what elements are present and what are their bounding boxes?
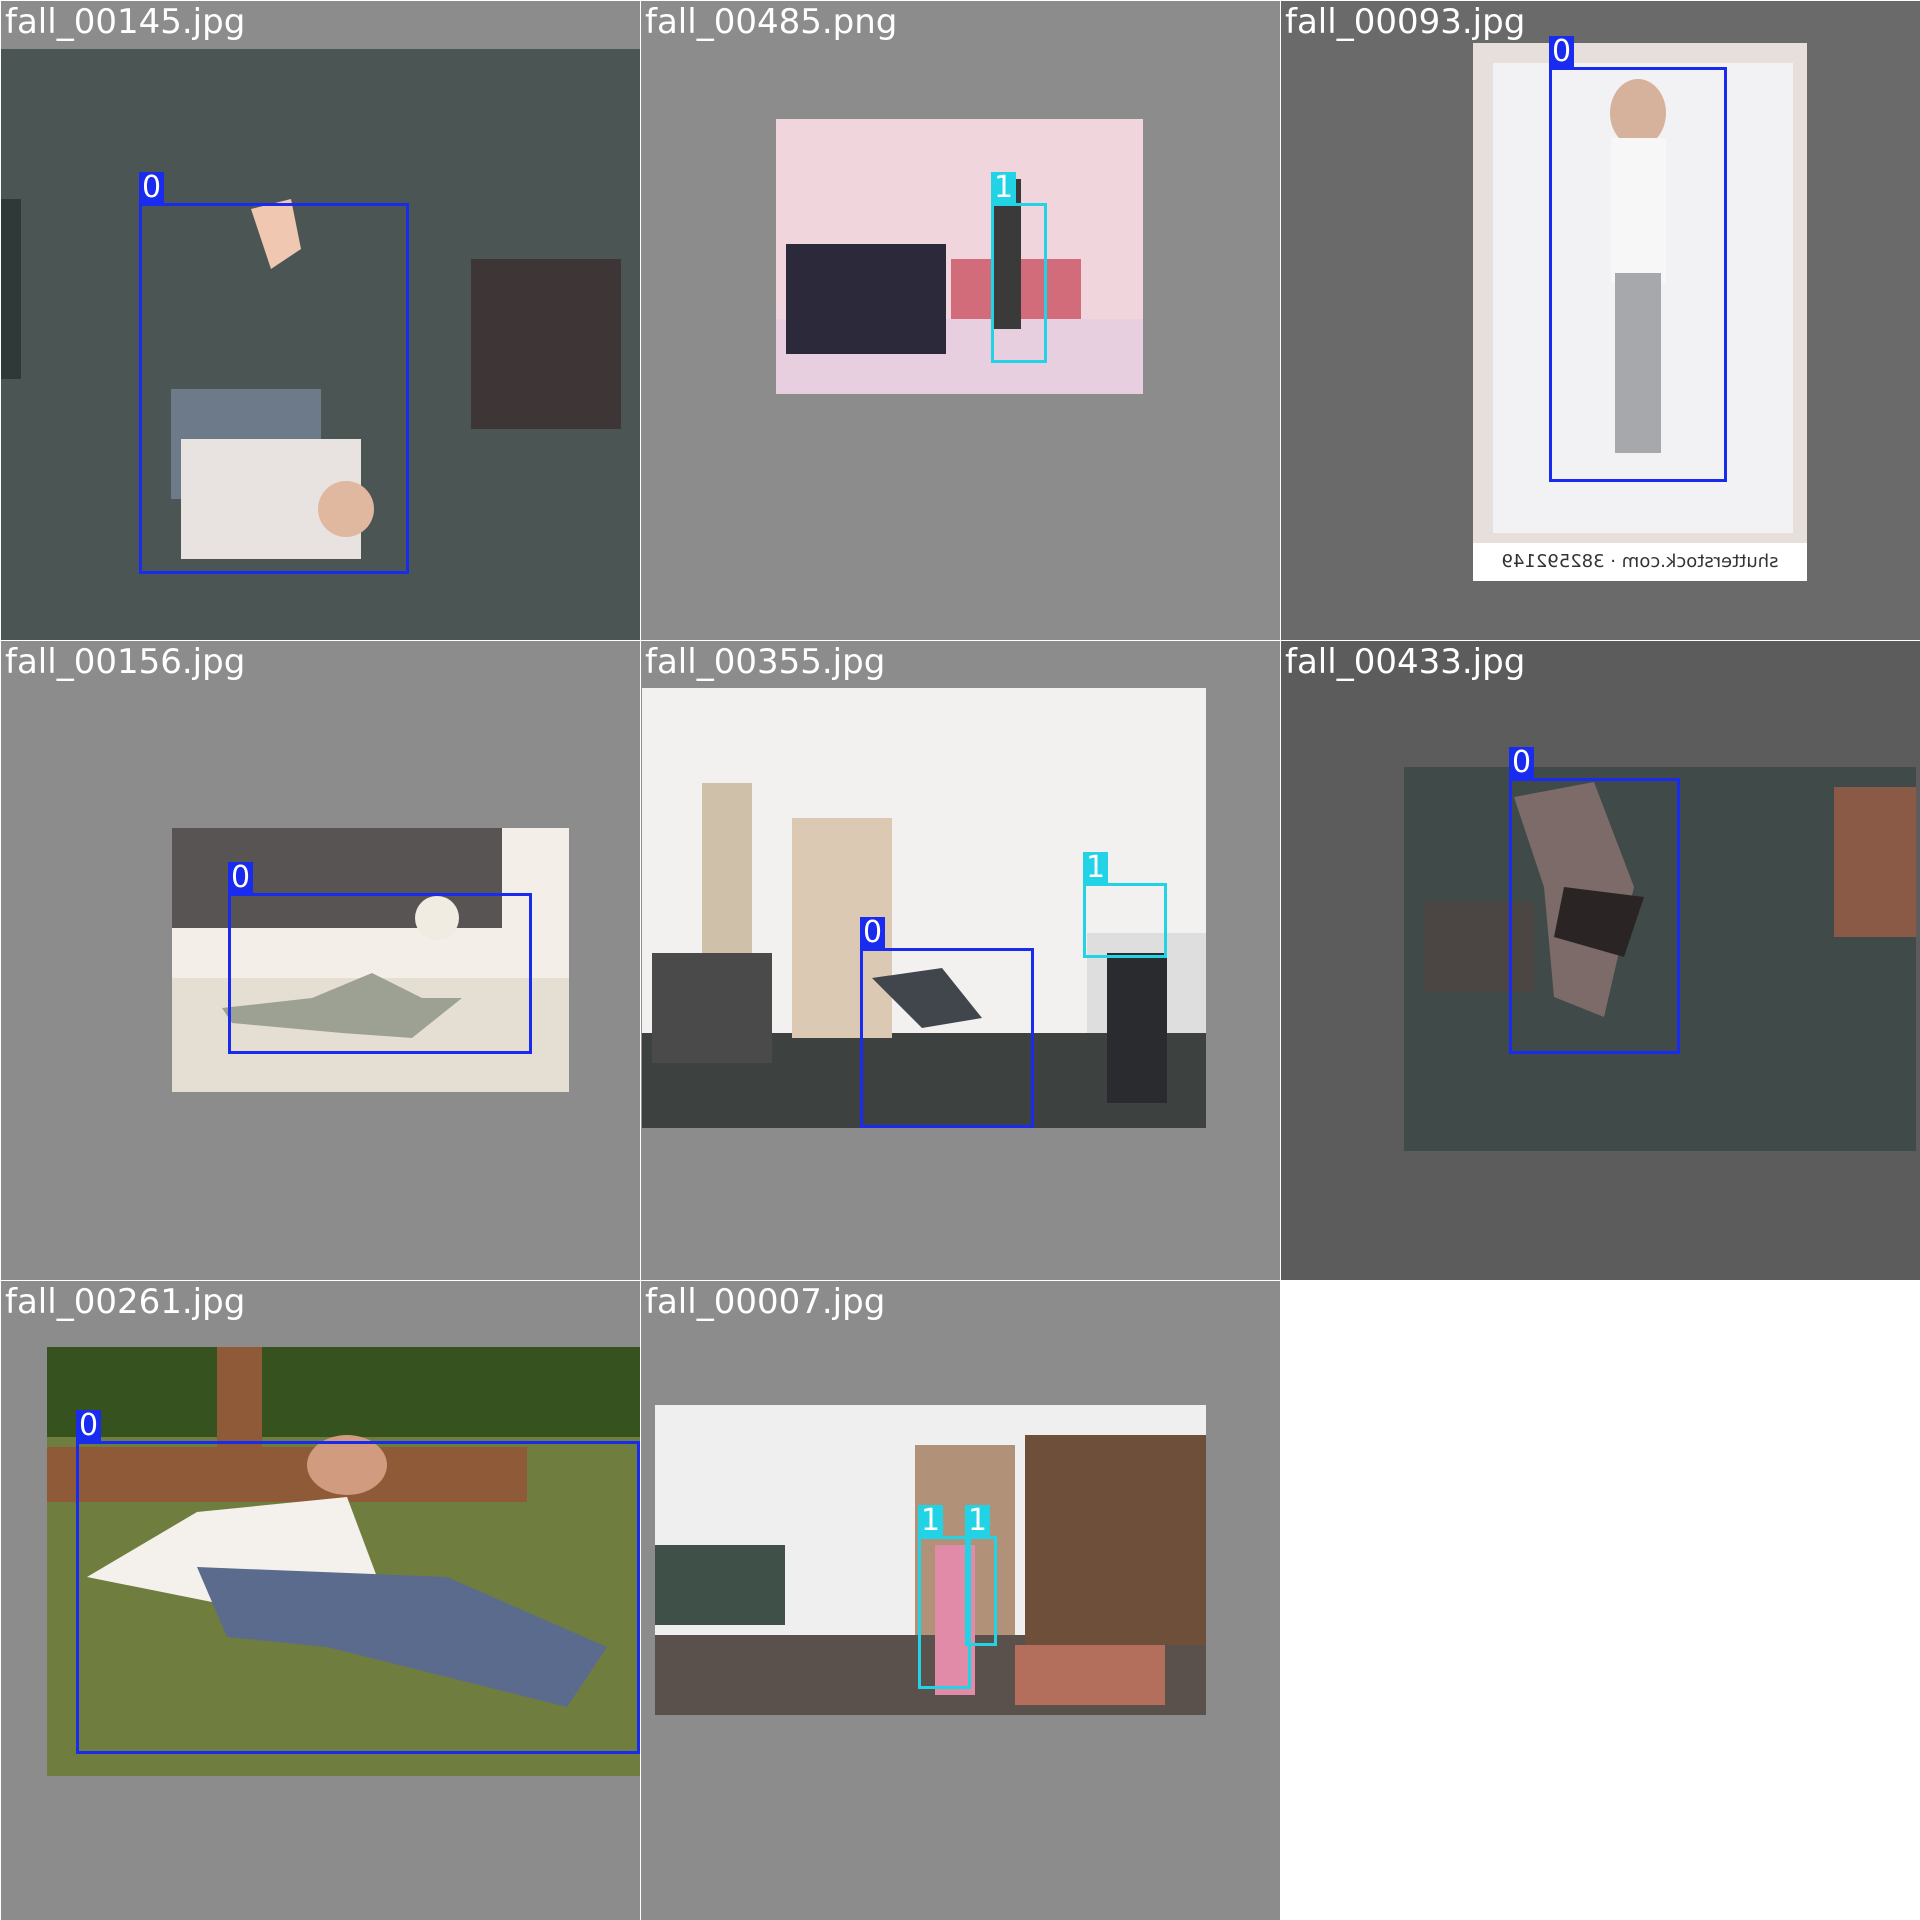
box-class-label: 1 — [918, 1505, 944, 1537]
bounding-box: 0 — [139, 172, 409, 574]
tile-filename: fall_00093.jpg — [1285, 2, 1526, 42]
box-class-label: 0 — [139, 172, 165, 204]
tile-filename: fall_00007.jpg — [645, 1282, 886, 1322]
bounding-box: 0 — [860, 917, 1034, 1128]
box-class-label: 1 — [1083, 852, 1109, 884]
mosaic-tile: fall_00156.jpg 0 — [1, 641, 640, 1280]
mosaic-tile: fall_00007.jpg 1 1 — [641, 1281, 1280, 1920]
tile-filename: fall_00261.jpg — [5, 1282, 246, 1322]
tile-filename: fall_00145.jpg — [5, 2, 246, 42]
mosaic-tile: fall_00261.jpg 0 — [1, 1281, 640, 1920]
tile-filename: fall_00485.png — [645, 2, 898, 42]
box-class-label: 0 — [1549, 36, 1575, 68]
mosaic-tile: fall_00355.jpg 1 0 — [641, 641, 1280, 1280]
bounding-box: 1 — [1083, 852, 1167, 958]
bounding-box: 1 — [991, 172, 1047, 363]
tile-filename: fall_00433.jpg — [1285, 642, 1526, 682]
box-class-label: 0 — [228, 862, 254, 894]
tile-filename: fall_00156.jpg — [5, 642, 246, 682]
tile-filename: fall_00355.jpg — [645, 642, 886, 682]
box-class-label: 0 — [860, 917, 886, 949]
mosaic-tile: fall_00145.jpg 0 — [1, 1, 640, 640]
watermark-text: shutterstock.com · 382592149 — [1473, 543, 1807, 581]
box-class-label: 0 — [1509, 747, 1535, 779]
bounding-box: 1 — [918, 1505, 971, 1689]
bounding-box: 1 — [965, 1505, 997, 1646]
box-class-label: 1 — [991, 172, 1017, 204]
box-class-label: 0 — [76, 1410, 102, 1442]
mosaic-tile: shutterstock.com · 382592149 fall_00093.… — [1281, 1, 1920, 640]
bounding-box: 0 — [1549, 36, 1727, 482]
bounding-box: 0 — [228, 862, 532, 1054]
tile-photo — [776, 119, 1143, 394]
mosaic-tile: fall_00485.png 1 — [641, 1, 1280, 640]
bounding-box: 0 — [1509, 747, 1680, 1054]
mosaic-tile: fall_00433.jpg 0 — [1281, 641, 1920, 1280]
bounding-box: 0 — [76, 1410, 640, 1754]
detection-mosaic: fall_00145.jpg 0 fall_00485.png 1 shutte… — [0, 0, 1920, 1920]
box-class-label: 1 — [965, 1505, 991, 1537]
